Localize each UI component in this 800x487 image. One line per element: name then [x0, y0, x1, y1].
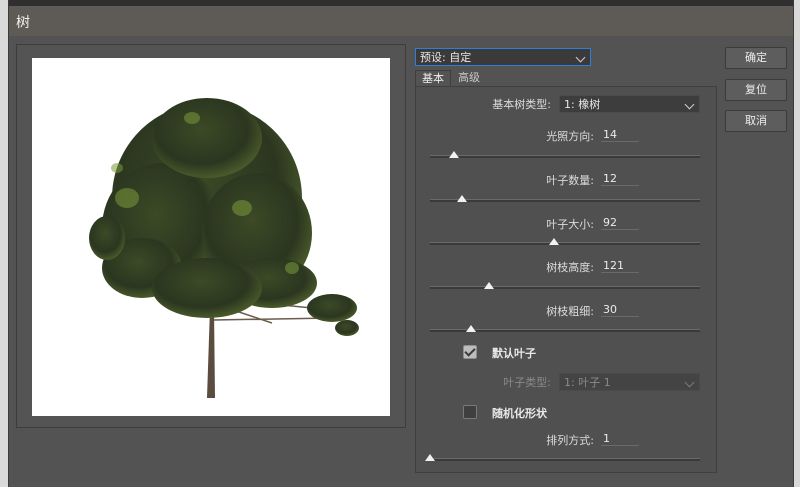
chevron-down-icon [684, 99, 695, 110]
chevron-down-icon [575, 52, 586, 63]
leaf-size-value[interactable]: 92 [601, 216, 639, 230]
leaf-count-value[interactable]: 12 [601, 172, 639, 186]
light-direction-track[interactable] [430, 155, 700, 158]
leaf-type-label: 叶子类型: [503, 376, 551, 389]
dialog-title: 树 [16, 15, 30, 31]
default-leaves-label: 默认叶子 [492, 347, 536, 360]
branch-thickness-label: 树枝粗细: [546, 305, 594, 318]
branch-height-track[interactable] [430, 286, 700, 289]
ok-button[interactable]: 确定 [725, 47, 787, 69]
light-direction-value[interactable]: 14 [601, 128, 639, 142]
leaf-type-value: 1: 叶子 1 [564, 376, 611, 389]
tree-preview [32, 58, 390, 416]
branch-thickness-thumb[interactable] [465, 325, 476, 332]
tree-illustration [89, 98, 359, 398]
tab-basic[interactable]: 基本 [415, 70, 451, 87]
settings-panel: 基本树类型: 1: 橡树 光照方向: 14 叶子数量: 12 叶子大小: 92 … [415, 86, 717, 473]
branch-height-thumb[interactable] [484, 282, 495, 289]
leaf-count-thumb[interactable] [457, 195, 468, 202]
randomize-shape-label: 随机化形状 [492, 407, 547, 420]
arrangement-label: 排列方式: [546, 434, 594, 447]
leaf-size-label: 叶子大小: [546, 218, 594, 231]
tree-type-label: 基本树类型: [492, 98, 551, 111]
preview-frame [16, 44, 406, 428]
tree-trunk [207, 308, 215, 398]
light-direction-thumb[interactable] [449, 151, 460, 158]
tree-type-dropdown[interactable]: 1: 橡树 [559, 95, 700, 113]
tree-dialog: 树 预设: 自定 确定 复位 取消 基本 高级 基本树类型: 1: 橡树 光照方… [8, 0, 794, 487]
default-leaves-checkbox[interactable] [463, 345, 477, 359]
leaf-count-label: 叶子数量: [546, 174, 594, 187]
arrangement-thumb[interactable] [425, 454, 435, 461]
preset-value: 预设: 自定 [420, 51, 472, 64]
leaf-type-dropdown[interactable]: 1: 叶子 1 [559, 373, 700, 391]
cancel-button[interactable]: 取消 [725, 110, 787, 132]
leaf-size-track[interactable] [430, 242, 700, 245]
arrangement-value[interactable]: 1 [601, 432, 639, 446]
tab-bar: 基本 高级 [415, 70, 715, 87]
tab-advanced[interactable]: 高级 [452, 70, 486, 86]
leaf-count-track[interactable] [430, 199, 700, 202]
chevron-down-icon [684, 377, 695, 388]
branch-thickness-value[interactable]: 30 [601, 303, 639, 317]
title-bar: 树 [9, 6, 793, 36]
branch-height-label: 树枝高度: [546, 261, 594, 274]
branch-height-value[interactable]: 121 [601, 259, 639, 273]
reset-button[interactable]: 复位 [725, 79, 787, 101]
tree-canopy [89, 98, 359, 336]
leaf-size-thumb[interactable] [549, 238, 560, 245]
randomize-shape-checkbox[interactable] [463, 405, 477, 419]
light-direction-label: 光照方向: [546, 130, 594, 143]
arrangement-track[interactable] [430, 458, 700, 461]
preset-dropdown[interactable]: 预设: 自定 [415, 48, 591, 66]
tree-type-value: 1: 橡树 [564, 98, 601, 111]
